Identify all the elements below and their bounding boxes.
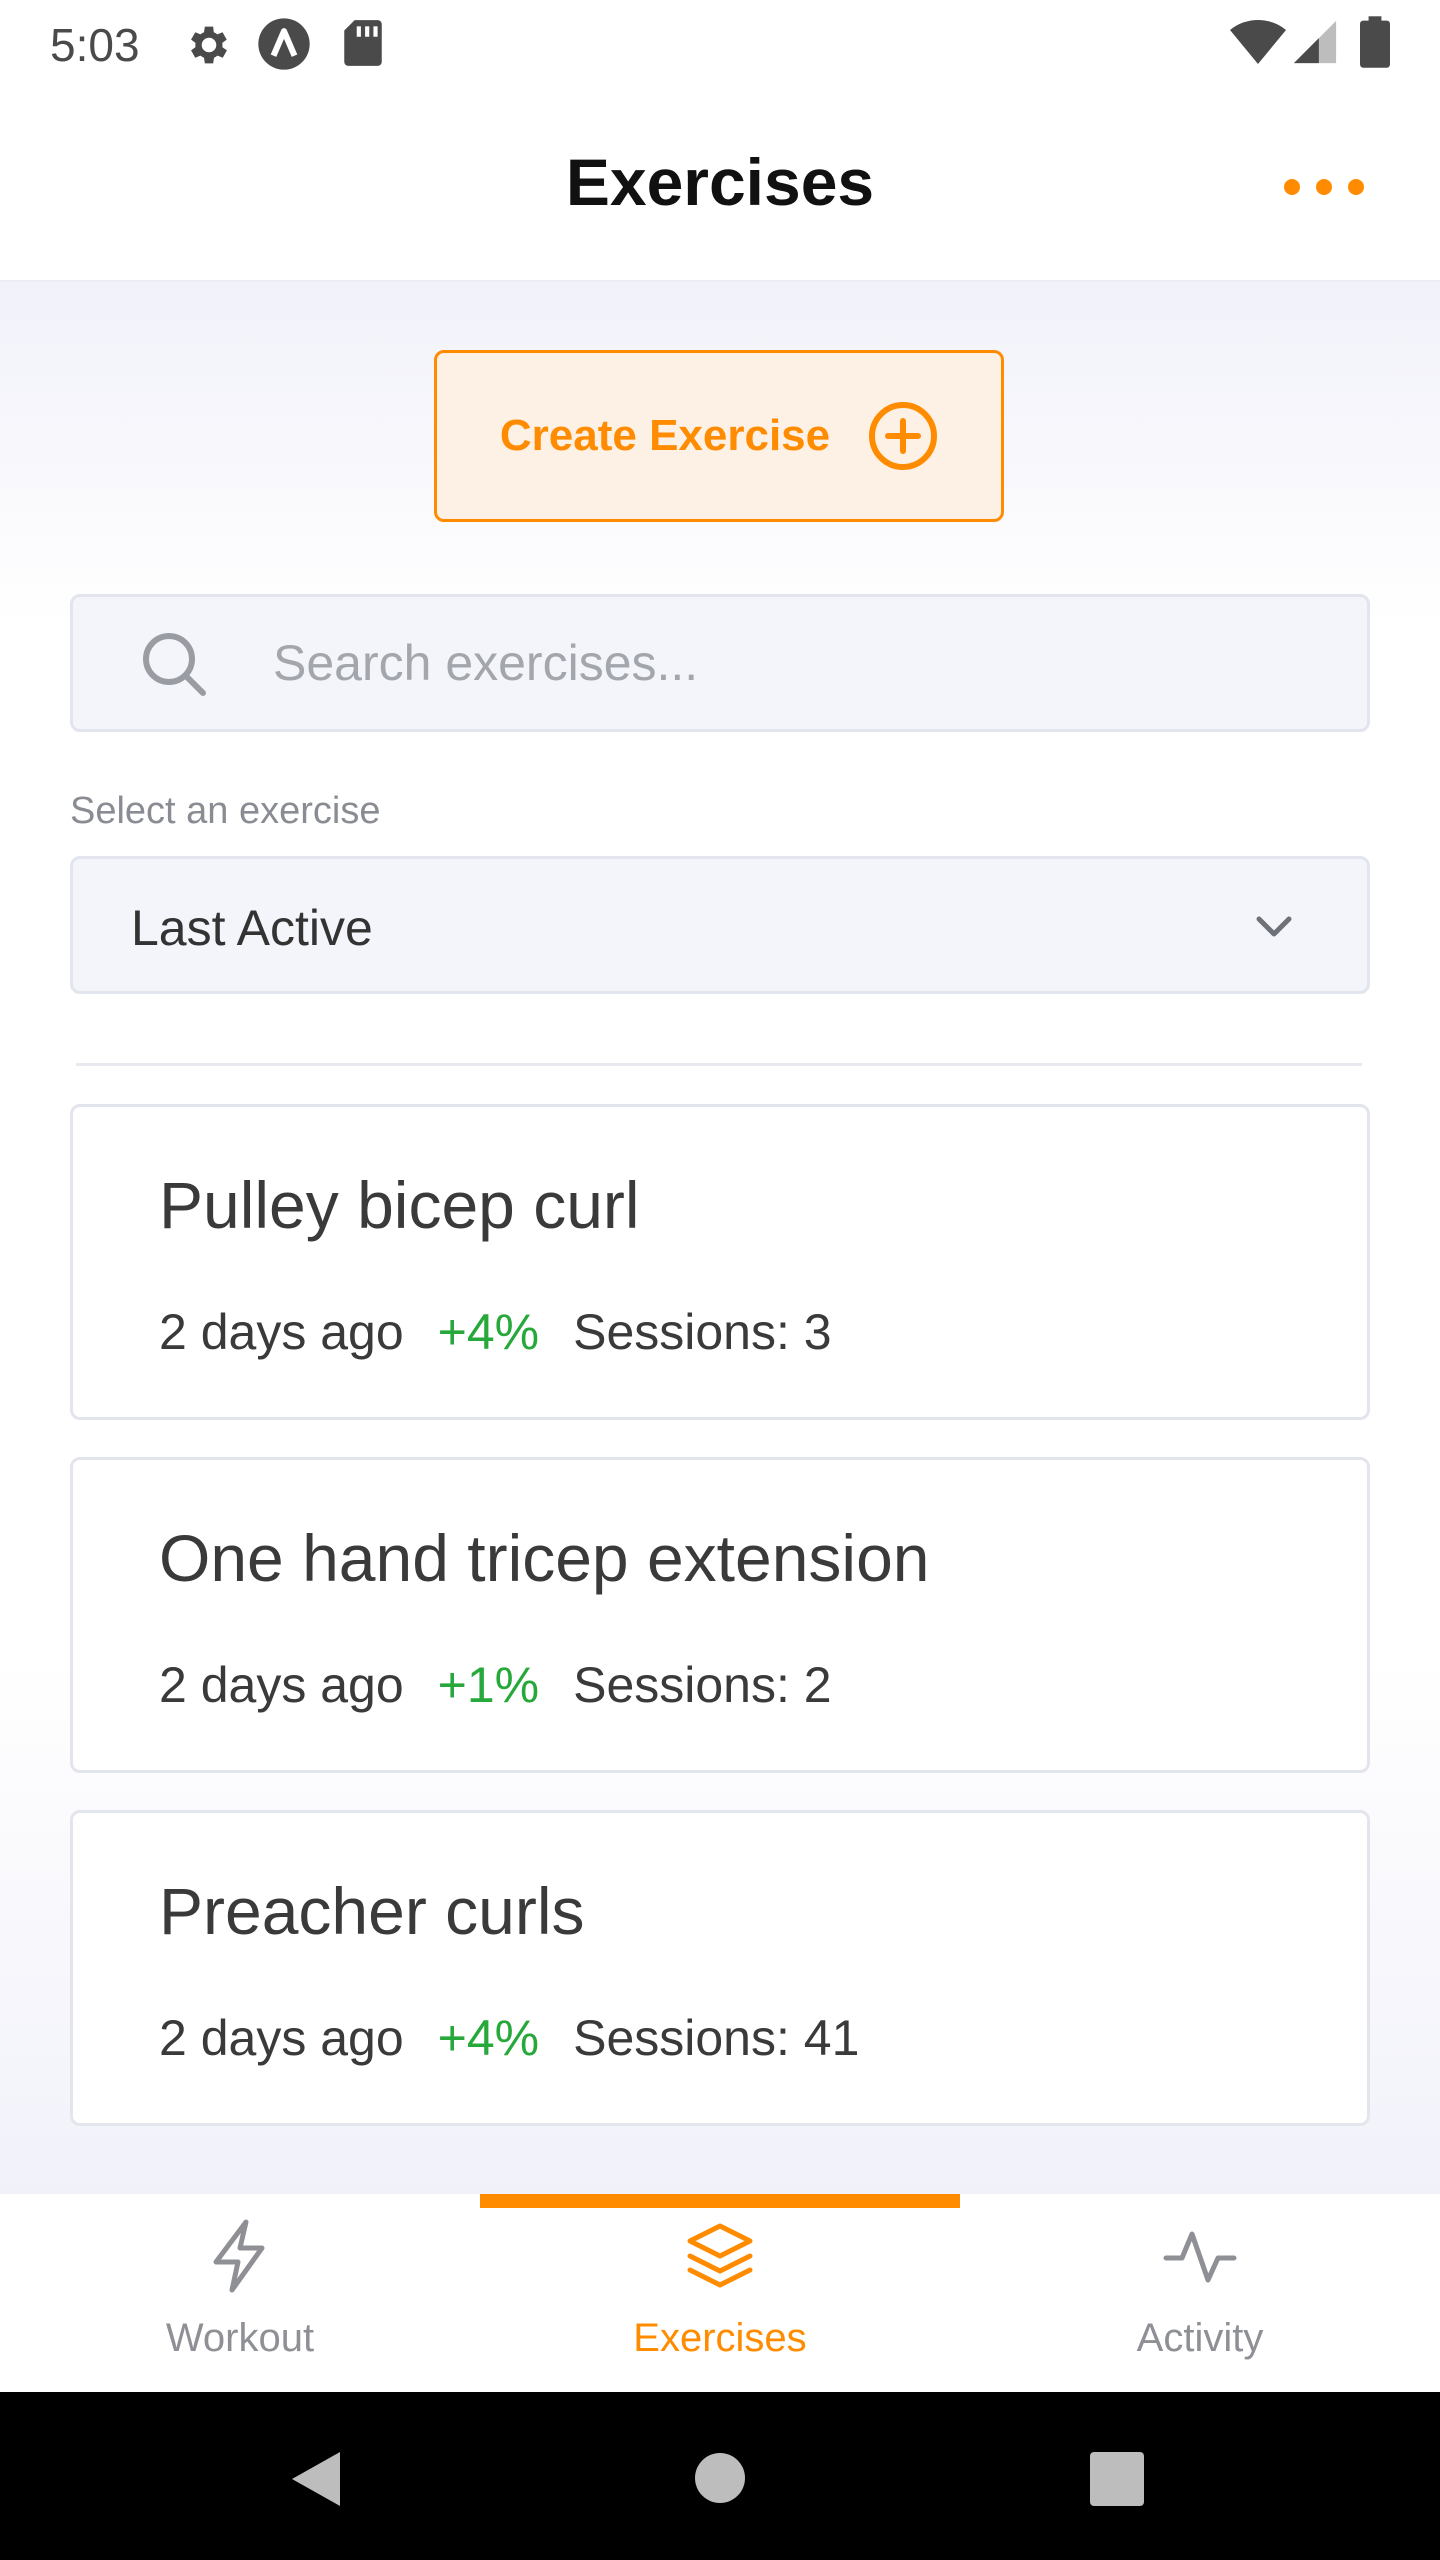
sort-select-value: Last Active <box>131 900 373 956</box>
more-horizontal-icon <box>1284 179 1300 195</box>
exercise-meta: 2 days ago +1% Sessions: 2 <box>159 1656 832 1714</box>
exercise-change: +1% <box>437 1657 540 1713</box>
home-icon[interactable] <box>694 2452 746 2504</box>
nav-item-activity[interactable]: Activity <box>960 2194 1440 2392</box>
nav-label-exercises: Exercises <box>633 2316 807 2360</box>
page-title: Exercises <box>565 145 875 219</box>
exercise-card[interactable]: One hand tricep extension 2 days ago +1% S… <box>70 1457 1370 1773</box>
exercise-last-active: 2 days ago <box>159 1304 404 1360</box>
exercise-last-active: 2 days ago <box>159 2010 404 2066</box>
battery-icon <box>1360 16 1390 68</box>
sort-select[interactable]: Last Active <box>70 856 1370 994</box>
sd-card-icon <box>344 20 382 66</box>
main-content: Create Exercise Select an exercise Last … <box>0 282 1440 2194</box>
system-nav-bar <box>0 2392 1440 2560</box>
exercise-meta: 2 days ago +4% Sessions: 3 <box>159 1303 832 1361</box>
exercise-name: Pulley bicep curl <box>159 1168 640 1242</box>
status-time: 5:03 <box>50 19 140 71</box>
exercise-change: +4% <box>437 1304 540 1360</box>
wifi-icon <box>1230 19 1286 65</box>
exercise-sessions: Sessions: 3 <box>573 1304 832 1360</box>
app-bar: Exercises <box>0 86 1440 282</box>
filter-label: Select an exercise <box>70 790 381 832</box>
more-dot <box>1348 179 1364 195</box>
nav-label-workout: Workout <box>165 2316 315 2360</box>
nav-label-activity: Activity <box>1136 2316 1264 2360</box>
exercise-sessions: Sessions: 41 <box>573 2010 860 2066</box>
search-icon <box>143 633 206 696</box>
recents-icon[interactable] <box>1090 2452 1144 2506</box>
chevron-down-icon <box>1256 916 1292 937</box>
exercise-name: One hand tricep extension <box>159 1521 930 1595</box>
active-tab-indicator <box>480 2194 960 2208</box>
search-box[interactable] <box>70 594 1370 732</box>
divider <box>76 1063 1362 1066</box>
more-options-button[interactable] <box>1284 162 1364 212</box>
gear-icon <box>191 26 227 64</box>
lightning-icon <box>213 2219 265 2293</box>
search-input[interactable] <box>273 597 1333 729</box>
back-icon[interactable] <box>288 2448 344 2510</box>
plus-circle-icon <box>869 402 938 470</box>
bottom-nav: Workout Exercises Activity <box>0 2194 1440 2392</box>
more-dot <box>1316 179 1332 195</box>
exercise-change: +4% <box>437 2010 540 2066</box>
nav-item-workout[interactable]: Workout <box>0 2194 480 2392</box>
exercise-last-active: 2 days ago <box>159 1657 404 1713</box>
screen: 5:03 Exercises Create Exercise Search ex… <box>0 0 1440 2560</box>
exercise-meta: 2 days ago +4% Sessions: 41 <box>159 2009 859 2067</box>
create-exercise-button[interactable]: Create Exercise <box>434 350 1004 522</box>
nav-item-exercises[interactable]: Exercises <box>480 2194 960 2392</box>
layers-icon <box>687 2223 753 2288</box>
activity-icon <box>1163 2231 1237 2283</box>
exercise-card[interactable]: Preacher curls 2 days ago +4% Sessions: 41 <box>70 1810 1370 2126</box>
signal-icon <box>1293 20 1337 64</box>
a-circle-icon <box>258 18 310 70</box>
create-exercise-label: Create Exercise <box>499 411 831 460</box>
status-bar: 5:03 <box>0 0 1440 86</box>
exercise-sessions: Sessions: 2 <box>573 1657 832 1713</box>
exercise-card[interactable]: Pulley bicep curl 2 days ago +4% Sessions:… <box>70 1104 1370 1420</box>
exercise-name: Preacher curls <box>159 1874 585 1948</box>
